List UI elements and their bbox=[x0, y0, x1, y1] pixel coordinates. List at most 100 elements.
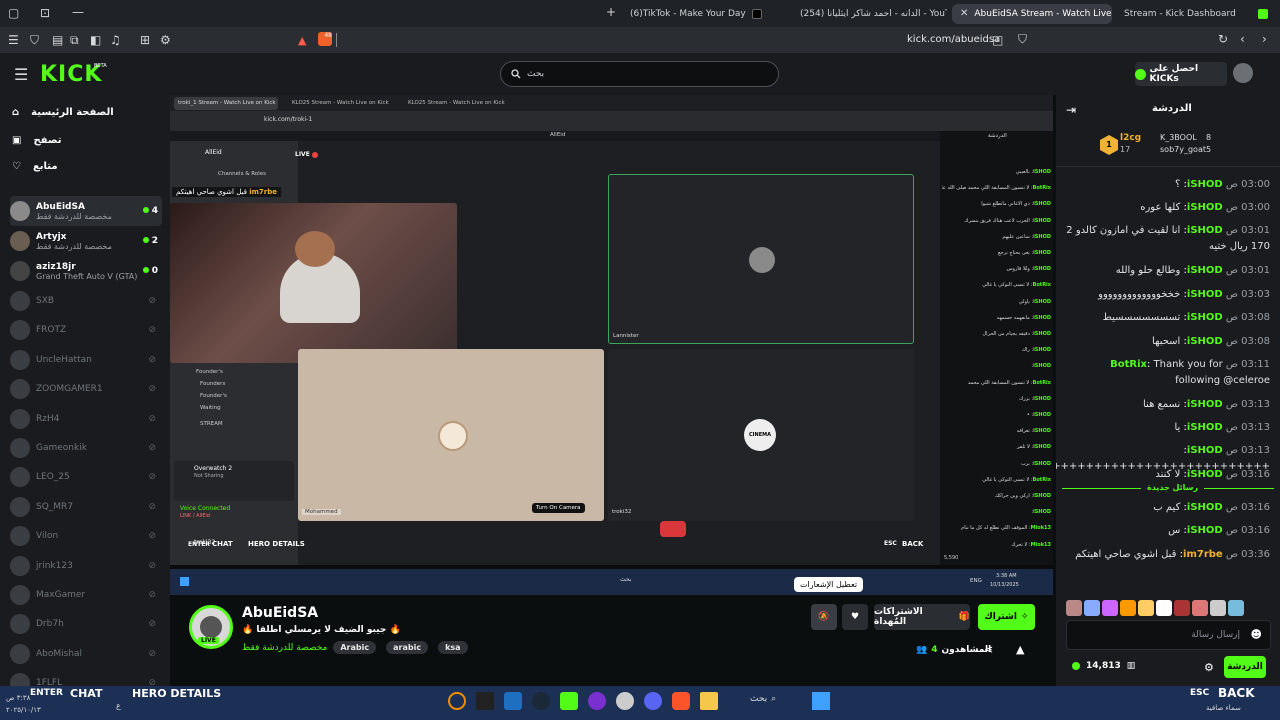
emote-icon[interactable] bbox=[1156, 600, 1172, 616]
url-text[interactable]: kick.com/abueidsa bbox=[907, 34, 1000, 45]
reload-icon[interactable]: ↻ bbox=[1218, 33, 1228, 45]
extension-icon[interactable]: ◰ bbox=[992, 34, 1003, 46]
follow-heart-button[interactable]: ♥ bbox=[842, 604, 868, 630]
close-tab-icon[interactable]: ✕ bbox=[960, 8, 968, 20]
overwatch-icon[interactable] bbox=[448, 692, 466, 710]
nav-browse[interactable]: ▣ تصفح bbox=[12, 135, 61, 146]
collapse-chat-icon[interactable]: ⇥ bbox=[1066, 103, 1076, 117]
epic-icon[interactable] bbox=[476, 692, 494, 710]
chat-message[interactable]: 03:11 ص BotRix: Thank you for following … bbox=[1064, 357, 1270, 389]
bookmark-icon[interactable]: ⛉ bbox=[1018, 33, 1027, 45]
app-icon[interactable] bbox=[588, 692, 606, 710]
tag[interactable]: arabic bbox=[386, 641, 429, 654]
chat-message[interactable]: 03:36 ص im7rbe: قبل اشوي صاحي اهيتكم bbox=[1064, 547, 1270, 563]
sidebar-toggle-icon[interactable]: ☰ bbox=[8, 34, 19, 46]
channel-item[interactable]: LEO_25 ⊘ bbox=[10, 462, 162, 492]
message-user[interactable]: iSHOD bbox=[1187, 502, 1223, 513]
music-icon[interactable]: ♫ bbox=[110, 34, 121, 46]
new-tab-icon[interactable]: + bbox=[606, 6, 616, 18]
notifications-button[interactable]: 🔕 bbox=[811, 604, 837, 630]
gift-subs-button[interactable]: الاشتراكات المُهداة 🎁 bbox=[874, 604, 970, 630]
channel-item[interactable]: FROTZ ⊘ bbox=[10, 315, 162, 345]
channel-item[interactable]: Gameonkik ⊘ bbox=[10, 433, 162, 463]
chat-message[interactable]: 03:16 ص iSHOD: س bbox=[1064, 523, 1270, 539]
kick-app-icon[interactable] bbox=[560, 692, 578, 710]
chat-input[interactable]: إرسال رسالة ☻ bbox=[1066, 620, 1271, 650]
chat-message[interactable]: 03:08 ص iSHOD: تسسسسسسسيط bbox=[1064, 310, 1270, 326]
hamburger-icon[interactable]: ☰ bbox=[14, 65, 28, 84]
streamer-name[interactable]: AbuEidSA bbox=[242, 605, 318, 621]
channel-item[interactable]: RzH4 ⊘ bbox=[10, 404, 162, 434]
send-button[interactable]: الدردشة bbox=[1224, 656, 1266, 678]
channel-item[interactable]: AboMishal ⊘ bbox=[10, 639, 162, 669]
video-player[interactable]: troki_1 Stream - Watch Live on Kick KLO2… bbox=[170, 95, 1053, 595]
emote-icon[interactable] bbox=[1228, 600, 1244, 616]
nav-home[interactable]: ⌂ الصفحة الرئيسية bbox=[12, 107, 114, 118]
lang-indicator[interactable]: ع bbox=[116, 701, 121, 710]
chat-message[interactable]: 03:13 ص iSHOD: يا bbox=[1064, 420, 1270, 436]
menu-icon[interactable]: ▢ bbox=[8, 7, 19, 19]
chat-message[interactable]: 03:16 ص iSHOD: كيم ب bbox=[1064, 500, 1270, 516]
message-user[interactable]: iSHOD bbox=[1187, 469, 1223, 480]
tab-kick-stream[interactable]: ✕ AbuEidSA Stream - Watch Live on Kick bbox=[952, 4, 1112, 24]
chat-message[interactable]: 03:13 ص iSHOD: نسمع هنا bbox=[1064, 397, 1270, 413]
emote-icon[interactable] bbox=[1084, 600, 1100, 616]
tab-tiktok[interactable]: (6)TikTok - Make Your Day bbox=[622, 4, 782, 24]
brave-icon[interactable] bbox=[672, 692, 690, 710]
tab-actions-icon[interactable]: ⊡ bbox=[40, 7, 50, 19]
chat-message[interactable]: 03:00 ص iSHOD: ؟ bbox=[1064, 177, 1270, 193]
screenshot-icon[interactable]: ⊞ bbox=[140, 34, 150, 46]
nav-following[interactable]: ♡ متابع bbox=[12, 161, 58, 172]
channel-item[interactable]: ZOOMGAMER1 ⊘ bbox=[10, 374, 162, 404]
channel-item[interactable]: SQ_MR7 ⊘ bbox=[10, 492, 162, 522]
chat-message[interactable]: 03:01 ص iSHOD: وطالع حلو والله bbox=[1064, 263, 1270, 279]
report-icon[interactable]: ▲ bbox=[1016, 643, 1024, 656]
emote-icon[interactable] bbox=[1192, 600, 1208, 616]
settings-app-icon[interactable] bbox=[616, 692, 634, 710]
tag[interactable]: Arabic bbox=[333, 641, 377, 654]
windows-start-icon[interactable] bbox=[812, 692, 830, 710]
channel-item[interactable]: aziz18jr Grand Theft Auto V (GTA) 0 bbox=[10, 256, 162, 286]
emote-icon[interactable] bbox=[1138, 600, 1154, 616]
explorer-icon[interactable] bbox=[700, 692, 718, 710]
avatar[interactable] bbox=[1233, 63, 1253, 83]
get-kicks-button[interactable]: احصل على KICKs bbox=[1135, 62, 1227, 86]
taskbar-search[interactable]: بحث ⌕ bbox=[750, 694, 776, 704]
discord-icon[interactable] bbox=[644, 692, 662, 710]
stream-category[interactable]: مخصصة للدردشة فقط bbox=[242, 643, 327, 653]
tag[interactable]: ksa bbox=[438, 641, 468, 654]
channel-item[interactable]: AbuEidSA مخصصة للدردشة فقط 4 bbox=[10, 196, 162, 226]
message-user[interactable]: iSHOD bbox=[1187, 225, 1223, 236]
steam-icon[interactable] bbox=[532, 692, 550, 710]
minimize-tabs-icon[interactable]: — bbox=[72, 6, 84, 18]
emote-icon[interactable] bbox=[1210, 600, 1226, 616]
message-user[interactable]: im7rbe bbox=[1183, 549, 1223, 560]
message-user[interactable]: iSHOD bbox=[1187, 202, 1223, 213]
message-user[interactable]: iSHOD bbox=[1187, 289, 1223, 300]
forward-icon[interactable]: › bbox=[1262, 33, 1267, 45]
settings-icon[interactable]: ⚙ bbox=[1204, 661, 1214, 674]
message-user[interactable]: iSHOD bbox=[1187, 336, 1223, 347]
chat-message[interactable]: 03:00 ص iSHOD: كلها عوره bbox=[1064, 200, 1270, 216]
channel-item[interactable]: SXB ⊘ bbox=[10, 286, 162, 316]
back-icon[interactable]: ‹ bbox=[1240, 33, 1245, 45]
split-view-icon[interactable]: ⧉ bbox=[70, 34, 79, 46]
message-user[interactable]: iSHOD bbox=[1187, 179, 1223, 190]
chat-message[interactable]: 03:01 ص iSHOD: انا لقيت في امازون كالدو … bbox=[1064, 223, 1270, 255]
chat-message[interactable]: 03:16 ص iSHOD: لا كنند bbox=[1064, 467, 1270, 483]
chat-message[interactable]: 03:03 ص iSHOD: خخخووووووووووووو bbox=[1064, 287, 1270, 303]
panel-icon[interactable]: ◧ bbox=[90, 34, 101, 46]
emoji-icon[interactable]: ☻ bbox=[1251, 628, 1262, 641]
message-user[interactable]: iSHOD bbox=[1187, 525, 1223, 536]
channel-item[interactable]: UncleHattan ⊘ bbox=[10, 345, 162, 375]
message-user[interactable]: BotRix bbox=[1110, 359, 1147, 370]
chat-message[interactable]: 03:08 ص iSHOD: اسحبها bbox=[1064, 334, 1270, 350]
message-user[interactable]: iSHOD bbox=[1187, 399, 1223, 410]
message-user[interactable]: iSHOD bbox=[1187, 265, 1223, 276]
emote-icon[interactable] bbox=[1066, 600, 1082, 616]
emote-icon[interactable] bbox=[1174, 600, 1190, 616]
message-user[interactable]: iSHOD bbox=[1187, 312, 1223, 323]
channel-item[interactable]: Artyjx مخصصة للدردشة فقط 2 bbox=[10, 226, 162, 256]
warning-icon[interactable]: ▲ bbox=[298, 34, 306, 47]
message-user[interactable]: iSHOD bbox=[1187, 445, 1223, 456]
